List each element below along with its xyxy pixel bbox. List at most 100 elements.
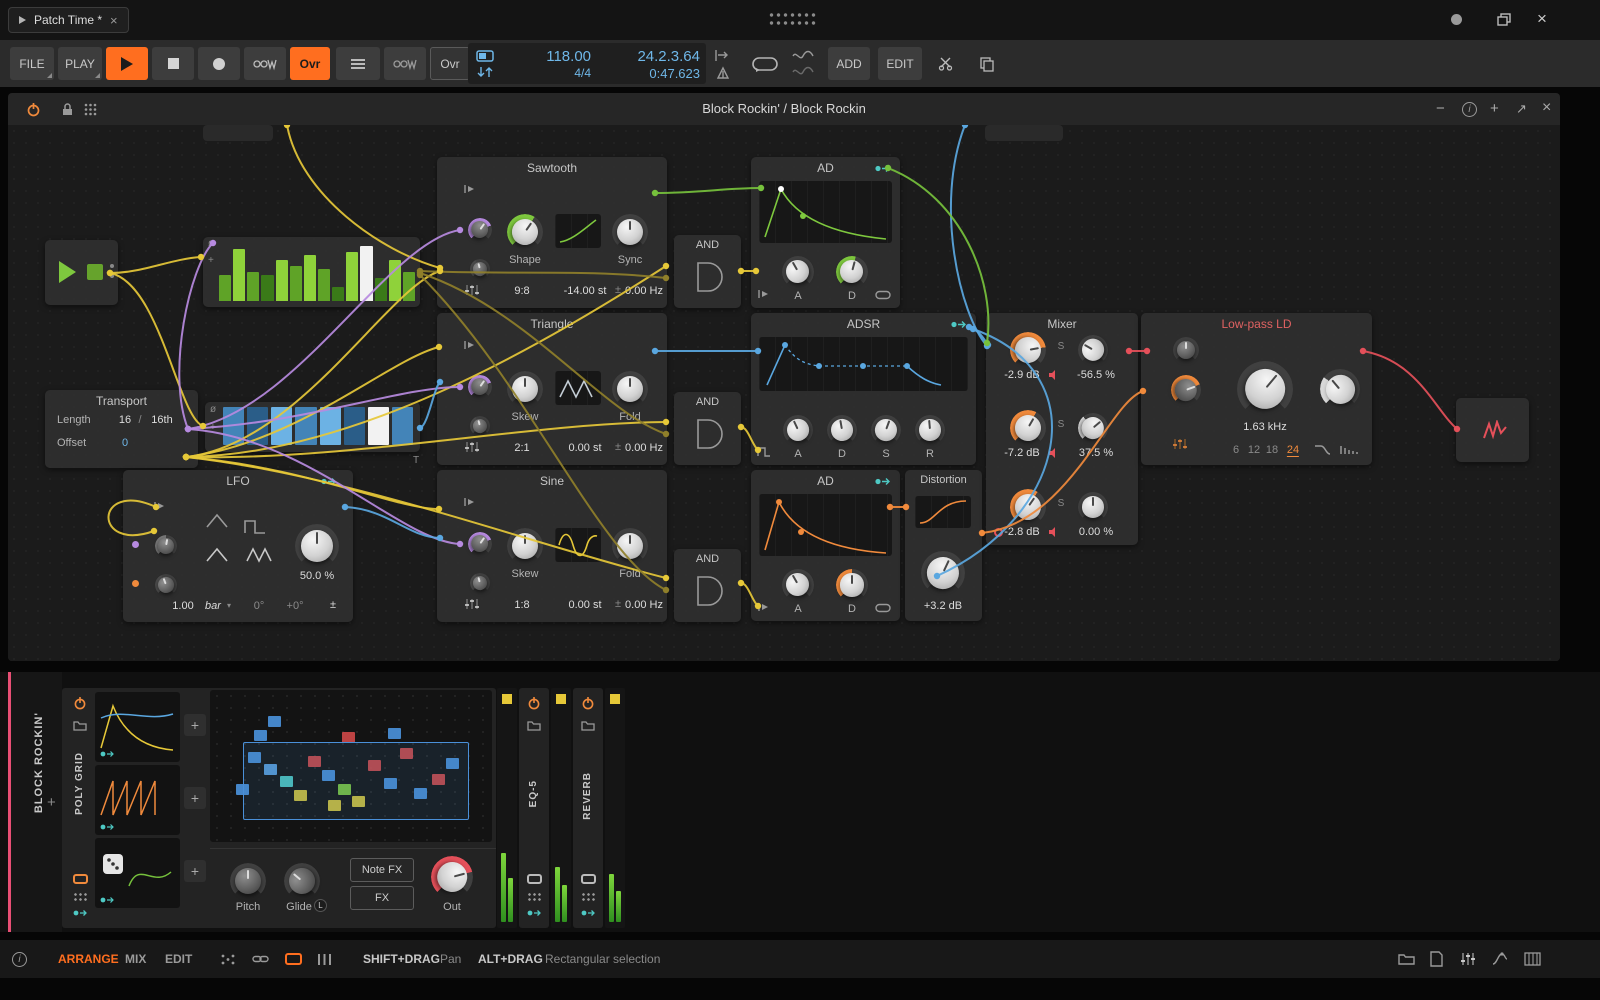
pole-6[interactable]: 6 <box>1233 444 1239 456</box>
pattern-bar[interactable] <box>360 246 372 301</box>
drive-knob[interactable] <box>921 551 965 595</box>
gain-knob-3[interactable] <box>1010 489 1046 525</box>
minimap-selection[interactable] <box>243 742 469 820</box>
cutoff-knob[interactable] <box>1237 361 1293 417</box>
pattern-bar[interactable] <box>219 275 231 301</box>
tab-mix[interactable]: MIX <box>125 952 146 966</box>
fold-knob[interactable] <box>612 371 648 407</box>
skew-knob[interactable] <box>507 371 543 407</box>
decay-knob[interactable] <box>836 256 868 288</box>
mod-amount-knob[interactable] <box>470 573 490 593</box>
info-icon[interactable]: i <box>12 952 27 967</box>
slope-icon[interactable] <box>1313 443 1331 456</box>
lfo-phase-value[interactable]: 0° <box>254 600 265 612</box>
add-button[interactable]: ADD <box>828 47 870 80</box>
retrigger-icon[interactable] <box>463 183 475 195</box>
device-name[interactable]: POLY GRID <box>74 752 85 815</box>
length-value[interactable]: 16 <box>119 414 131 426</box>
module-and-2[interactable]: AND <box>674 392 741 465</box>
add-device-button[interactable]: + <box>47 794 56 811</box>
tab-edit[interactable]: EDIT <box>165 952 192 966</box>
loop-mode-icon[interactable] <box>875 290 891 300</box>
waveform-double-saw-icon[interactable] <box>245 546 273 564</box>
phase-input-icon[interactable]: ø <box>210 404 216 415</box>
song-position-value[interactable]: 24.2.3.64 <box>600 48 700 65</box>
out-knob[interactable] <box>431 856 473 898</box>
project-tab-close-icon[interactable]: × <box>110 13 118 28</box>
remote-controls-icon[interactable] <box>527 874 542 884</box>
overdub-toggle-b[interactable]: Ovr <box>430 47 470 80</box>
attack-knob[interactable] <box>782 256 814 288</box>
pole-24-selected[interactable]: 24 <box>1287 444 1299 457</box>
metronome-icon[interactable] <box>714 66 732 80</box>
clip-note-cell[interactable] <box>268 716 281 727</box>
close-panel-icon[interactable]: × <box>1542 99 1551 117</box>
play-button[interactable] <box>106 47 148 80</box>
step-cell[interactable] <box>392 407 413 445</box>
step-cell[interactable] <box>271 407 292 445</box>
gain-value-1[interactable]: -2.9 dB <box>1004 369 1039 381</box>
layered-editing-button[interactable] <box>336 47 380 80</box>
retrigger-icon[interactable] <box>463 339 475 351</box>
mod-amount-knob[interactable] <box>155 574 177 596</box>
punch-in-icon[interactable] <box>714 49 732 62</box>
ratio-value[interactable]: 2:1 <box>514 442 529 454</box>
fx-slot[interactable]: FX <box>350 886 414 910</box>
rate-unit-dropdown-icon[interactable]: ▾ <box>227 601 231 610</box>
play-menu-button[interactable]: PLAY <box>58 47 102 80</box>
add-macro-button[interactable]: + <box>184 860 206 882</box>
pattern-bar[interactable] <box>276 260 288 301</box>
cable-port-dot[interactable] <box>284 125 290 128</box>
mod-knob[interactable] <box>1173 337 1199 363</box>
sync-knob[interactable] <box>612 214 648 250</box>
module-mixer[interactable]: Mixer S -2.9 dB -56.5 % S -7.2 dB 37.5 %… <box>986 313 1138 545</box>
module-pattern[interactable]: ø + <box>203 237 420 307</box>
track-header[interactable]: BLOCK ROCKIN' + <box>11 672 62 932</box>
gate-in-icon[interactable] <box>757 446 771 458</box>
stop-button[interactable] <box>152 47 194 80</box>
pitch-mod-knob[interactable] <box>468 218 492 242</box>
macro-display-env[interactable] <box>95 692 180 762</box>
project-panel-icon[interactable] <box>1398 952 1415 966</box>
mute-icon-1[interactable] <box>1048 370 1058 380</box>
gain-knob-1[interactable] <box>1010 332 1046 368</box>
gate-play-icon[interactable] <box>59 261 76 283</box>
module-lfo[interactable]: LFO 50.0 % 1.00 bar ▾ 0° +0° ± <box>123 470 353 622</box>
pattern-bar[interactable] <box>304 255 316 301</box>
mod-in-port[interactable] <box>132 541 139 548</box>
mod-amount-knob[interactable] <box>155 535 177 557</box>
layout-columns-icon[interactable] <box>317 953 332 966</box>
add-input-icon[interactable]: + <box>208 255 214 266</box>
add-input-icon[interactable]: + <box>210 422 216 433</box>
glide-knob[interactable] <box>284 863 320 899</box>
module-and-1[interactable]: AND <box>674 235 741 308</box>
pattern-bar[interactable] <box>261 275 273 301</box>
notes-panel-icon[interactable] <box>1430 951 1443 967</box>
mute-icon-3[interactable] <box>1048 527 1058 537</box>
remote-controls-icon[interactable] <box>73 874 88 884</box>
drive-mode-icon[interactable] <box>1171 437 1189 451</box>
project-tab[interactable]: Patch Time * × <box>8 7 129 33</box>
pan-value-1[interactable]: -56.5 % <box>1077 369 1115 381</box>
grid-dots-icon[interactable] <box>73 892 87 902</box>
phase-input-icon[interactable]: ø <box>208 238 214 249</box>
post-roll-wave-icon[interactable] <box>792 66 814 78</box>
cutoff-value[interactable]: 1.63 kHz <box>1243 421 1286 433</box>
note-fx-slot[interactable]: Note FX <box>350 858 414 882</box>
length-unit[interactable]: 16th <box>151 414 172 426</box>
signal-out-port[interactable] <box>951 320 969 329</box>
pattern-bar[interactable] <box>290 266 302 301</box>
pattern-bar[interactable] <box>403 272 415 301</box>
semitone-value[interactable]: 0.00 st <box>568 442 601 454</box>
copy-button[interactable] <box>968 47 1006 80</box>
signal-out-port[interactable] <box>875 164 893 173</box>
link-icon[interactable] <box>252 953 269 965</box>
module-and-3[interactable]: AND <box>674 549 741 622</box>
step-cell[interactable] <box>320 407 341 445</box>
time-signature-value[interactable]: 4/4 <box>505 66 591 80</box>
tab-arrange[interactable]: ARRANGE <box>58 952 119 966</box>
module-ad-2[interactable]: AD A D <box>751 470 900 621</box>
pan-value-2[interactable]: 37.5 % <box>1079 447 1113 459</box>
drive-value[interactable]: +3.2 dB <box>924 600 962 612</box>
tap-tempo-icon[interactable] <box>476 65 494 79</box>
